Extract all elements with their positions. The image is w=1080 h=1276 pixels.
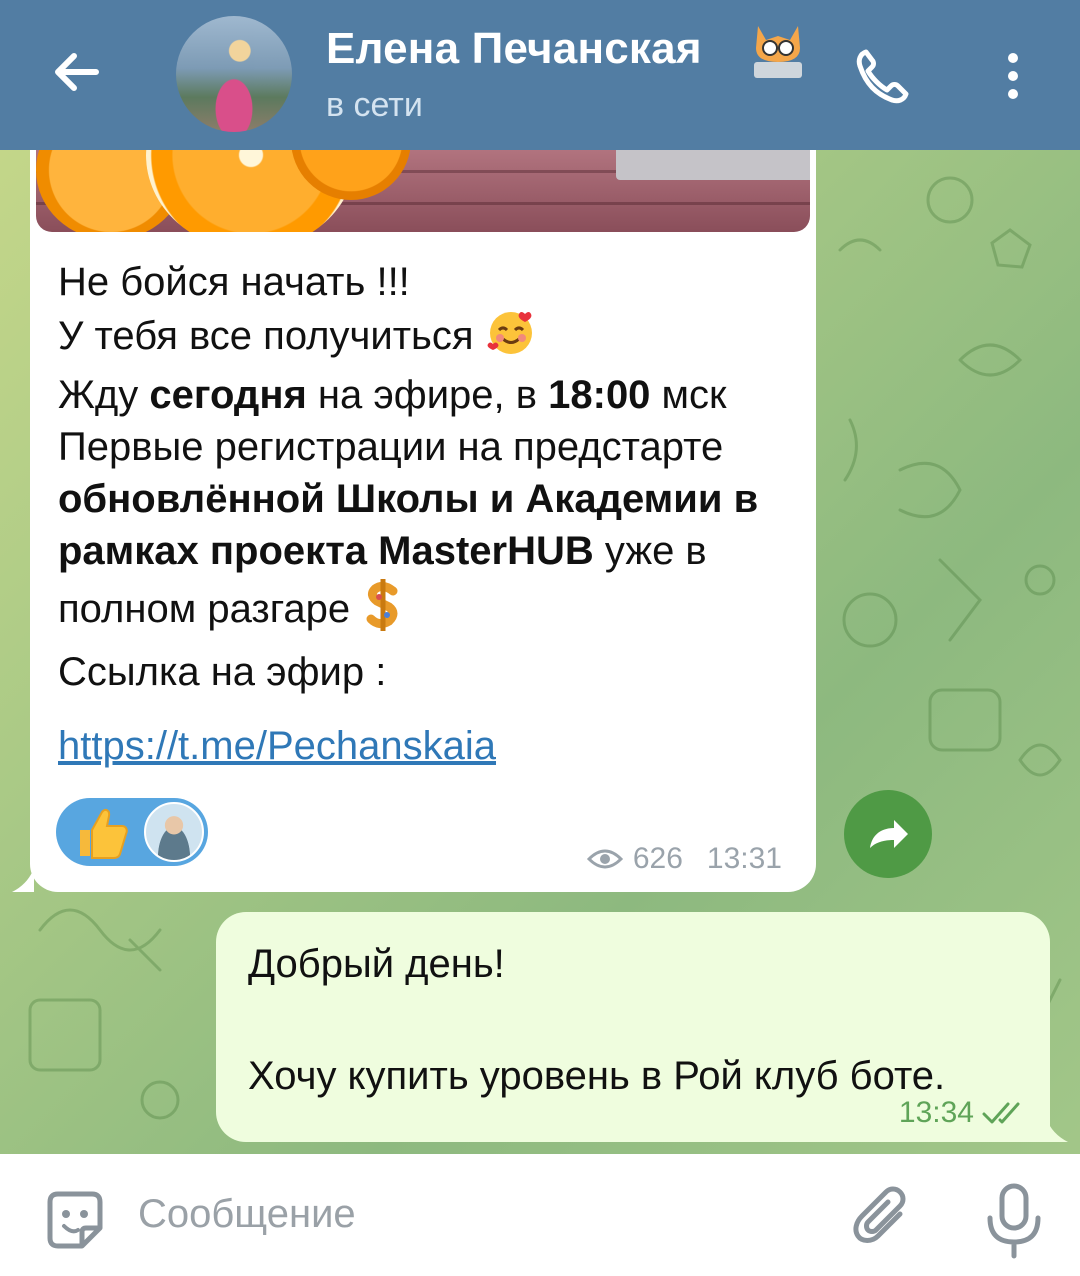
message-input[interactable]: Сообщение	[138, 1184, 818, 1244]
message-line: У тебя все получиться	[58, 308, 798, 369]
bold-text: 18:00	[548, 373, 651, 417]
bold-text: рамках проекта MasterHUB	[58, 529, 594, 573]
smiling-face-with-hearts-icon	[485, 308, 537, 369]
text-span: У тебя все получиться	[58, 314, 485, 359]
contact-name[interactable]: Елена Печанская	[326, 24, 702, 74]
double-check-icon	[982, 1102, 1020, 1124]
chat-header: Елена Печанская в сети	[0, 0, 1080, 150]
text-span: уже в	[593, 529, 707, 573]
message-link[interactable]: https://t.me/Pechanskaia	[58, 724, 496, 769]
text-span: полном разгаре	[58, 587, 362, 632]
message-text: Не бойся начать !!! У тебя все получиться…	[58, 256, 798, 698]
money-sign-icon	[361, 577, 405, 646]
microphone-icon[interactable]	[982, 1180, 1046, 1260]
bold-text: сегодня	[149, 373, 307, 417]
contact-avatar[interactable]	[176, 16, 292, 132]
views-count: 626	[632, 842, 683, 875]
text-span: на эфире, в	[306, 373, 549, 417]
paperclip-icon[interactable]	[848, 1184, 918, 1254]
forward-button[interactable]	[844, 790, 932, 878]
phone-icon[interactable]	[850, 44, 914, 108]
thumbs-up-icon	[80, 808, 128, 859]
emoji-sticker-icon[interactable]	[42, 1188, 108, 1254]
more-options-icon[interactable]	[988, 44, 1038, 108]
message-time: 13:34	[898, 1096, 974, 1129]
message-line: Ссылка на эфир :	[58, 646, 798, 698]
message-input-bar: Сообщение	[0, 1154, 1080, 1276]
text-span: Ссылка на эфир :	[58, 650, 387, 694]
reaction-chip[interactable]	[56, 798, 208, 866]
text-span: Жду	[58, 373, 150, 417]
message-line: рамках проекта MasterHUB уже в	[58, 525, 798, 577]
message-line: обновлённой Школы и Академии в	[58, 473, 798, 525]
contact-status: в сети	[326, 86, 423, 124]
outgoing-message-bubble[interactable]: Добрый день! Хочу купить уровень в Рой к…	[216, 912, 1068, 1142]
share-arrow-icon	[870, 820, 908, 848]
text-span: мск	[650, 373, 727, 417]
message-meta: 626 13:31	[586, 842, 782, 876]
message-line: Жду сегодня на эфире, в 18:00 мск	[58, 369, 798, 421]
views-eye-icon	[586, 849, 623, 869]
incoming-message-bubble[interactable]: Не бойся начать !!! У тебя все получиться…	[12, 140, 816, 892]
back-arrow-icon[interactable]	[46, 42, 106, 102]
message-line: полном разгаре	[58, 577, 798, 646]
message-text: Добрый день! Хочу купить уровень в Рой к…	[248, 942, 946, 1098]
message-meta: 13:34	[899, 1096, 1026, 1130]
text-span: Первые регистрации на предстарте	[58, 425, 724, 469]
text-span: Не бойся начать !!!	[58, 260, 410, 304]
bubble-tail	[12, 868, 34, 892]
message-line: Не бойся начать !!!	[58, 256, 798, 308]
cat-with-laptop-sticker-icon	[754, 26, 802, 78]
message-time: 13:31	[706, 842, 782, 875]
bold-text: обновлённой Школы и Академии в	[58, 477, 759, 521]
reactor-avatar	[144, 802, 204, 862]
bubble-tail	[1046, 1118, 1068, 1142]
message-photo[interactable]	[36, 140, 810, 232]
message-line: Первые регистрации на предстарте	[58, 421, 798, 473]
